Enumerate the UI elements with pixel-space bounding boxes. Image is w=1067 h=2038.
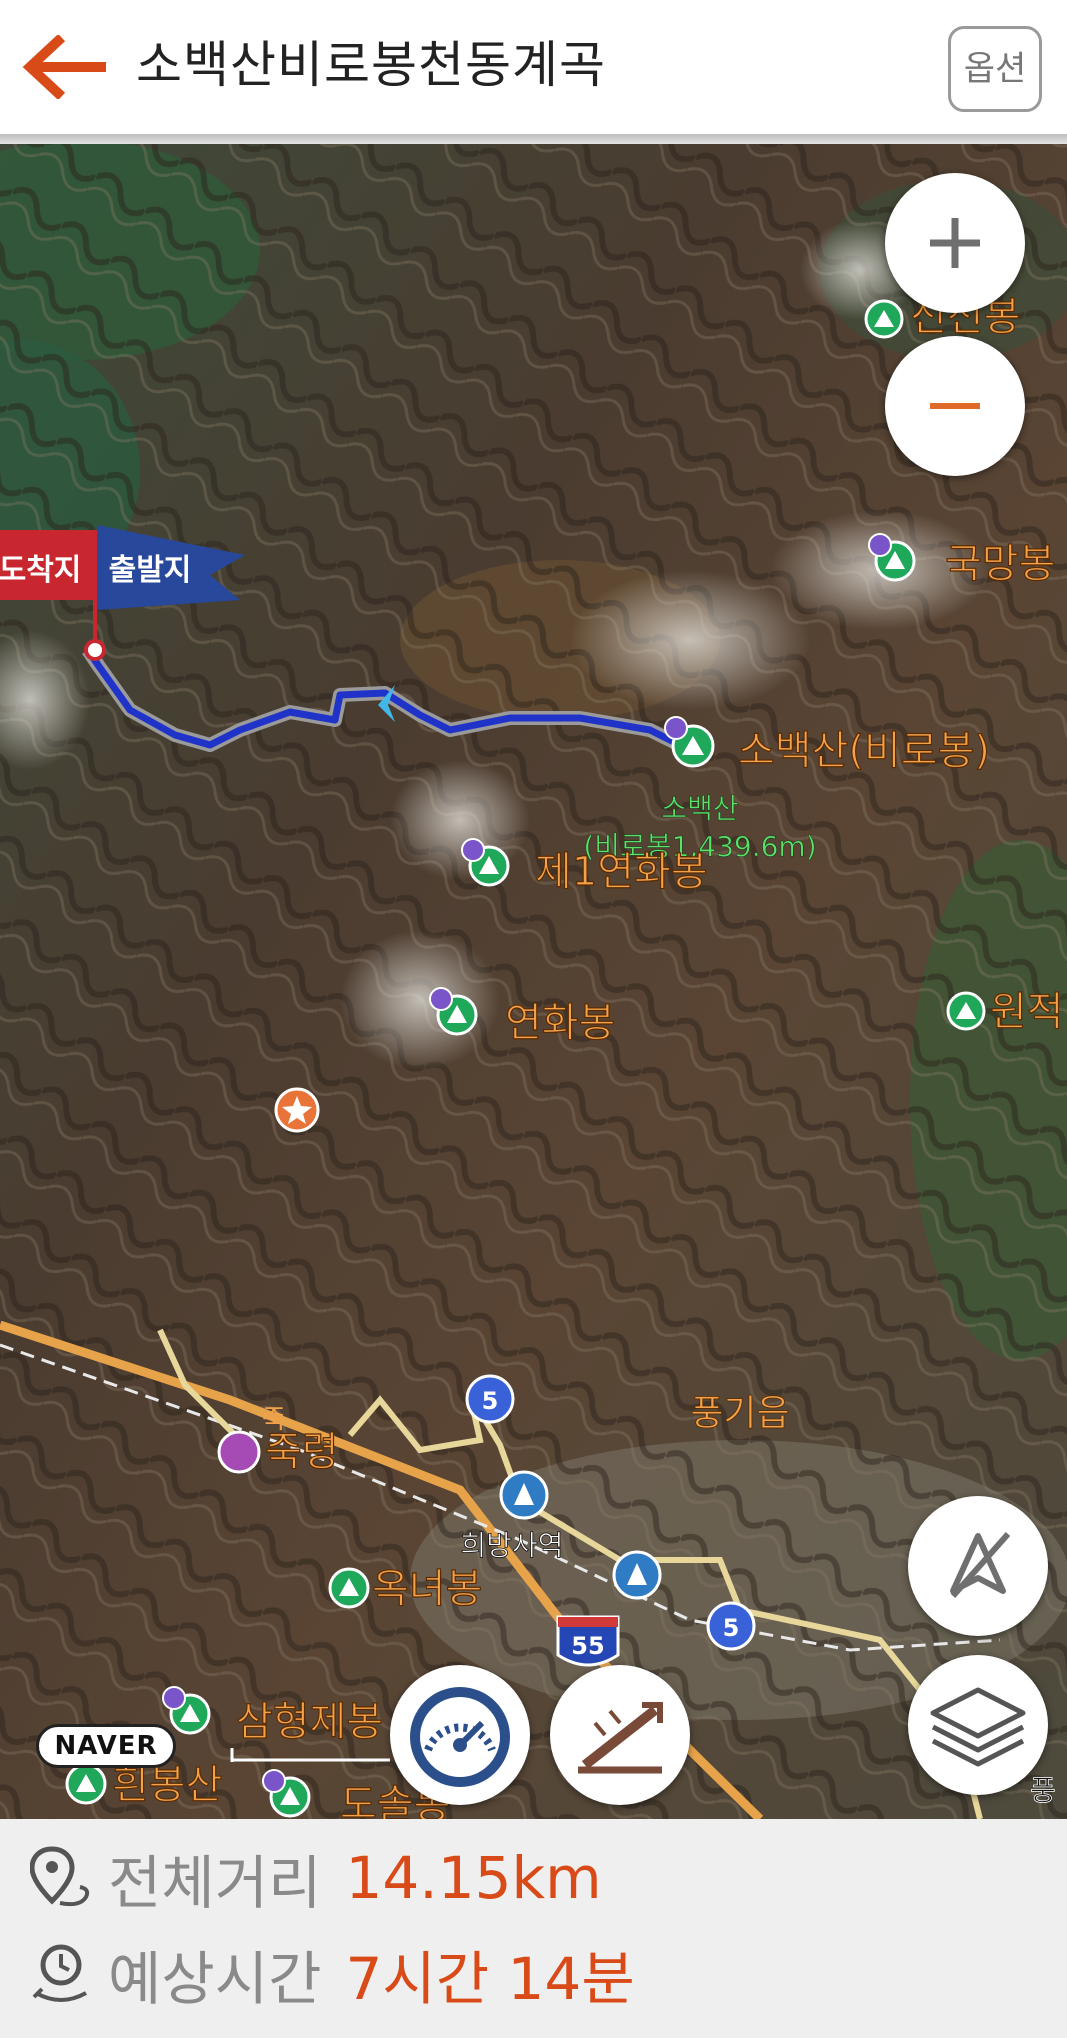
zoom-in-button[interactable]	[885, 173, 1025, 313]
svg-text:5: 5	[723, 1614, 740, 1642]
map-layers-button[interactable]	[908, 1655, 1048, 1795]
peak-label-samhyeongje: 삼형제봉	[236, 1699, 383, 1745]
incline-icon	[578, 1702, 663, 1774]
incline-button[interactable]	[550, 1665, 690, 1805]
distance-row: 전체거리 14.15km	[30, 1838, 602, 1918]
distance-label: 전체거리	[108, 1849, 322, 1917]
station-label-heebang: 희방사역	[460, 1529, 563, 1562]
highway-badge-55: 55	[556, 1615, 620, 1667]
location-distance-icon	[30, 1846, 90, 1907]
time-label: 예상시간	[108, 1945, 322, 2013]
road-badge-5b: 5	[706, 1601, 756, 1651]
zoom-out-button[interactable]	[885, 336, 1025, 476]
clock-time-icon	[32, 1944, 87, 2002]
arrival-flag-label: 도착지	[0, 553, 81, 588]
poi-marker-star[interactable]	[274, 1087, 320, 1133]
distance-value: 14.15km	[345, 1844, 602, 1912]
poi-marker-forest-2[interactable]	[612, 1550, 662, 1600]
place-label-jungnyeong: 죽령	[265, 1429, 339, 1475]
peak-label-sobaeksan: 소백산(비로봉)	[738, 728, 990, 774]
peak-label-gukmangbong: 국망봉	[945, 541, 1055, 587]
peak-label-wonjeok: 원적	[990, 989, 1064, 1035]
place-label-jung-partial: 죽	[262, 1405, 286, 1435]
peak-label-yeonhwabong: 연화봉	[505, 1000, 615, 1046]
plus-icon	[930, 218, 980, 268]
option-button[interactable]: 옵션	[948, 26, 1042, 112]
departure-flag-label: 출발지	[109, 553, 192, 588]
peak-label-yeonhwabong1: 제1연화봉	[535, 849, 708, 895]
time-row: 예상시간 7시간 14분	[30, 1934, 635, 2014]
peak-marker-gukmangbong[interactable]: 국망봉	[868, 533, 1056, 588]
speed-button[interactable]	[390, 1665, 530, 1805]
peak-label-oknyeobong: 옥녀봉	[372, 1566, 482, 1612]
road-badge-5a: 5	[465, 1374, 515, 1424]
header-divider	[0, 134, 1067, 144]
time-value: 7시간 14분	[345, 1945, 635, 2013]
svg-text:55: 55	[571, 1632, 604, 1660]
layers-icon	[930, 1687, 1026, 1767]
peak-marker-wonjeok[interactable]: 원적	[946, 988, 1064, 1036]
back-arrow-icon[interactable]	[22, 35, 110, 99]
poi-marker-forest-1[interactable]	[499, 1470, 549, 1520]
compass-off-icon	[950, 1532, 1011, 1598]
speedometer-icon	[410, 1687, 510, 1787]
peak-marker-oknyeobong[interactable]: 옥녀봉	[328, 1565, 483, 1613]
app-header: 소백산비로봉천동계곡 옵션	[0, 0, 1067, 134]
peak-info-name: 소백산	[661, 792, 738, 825]
peak-label-heunbongsan: 흰봉산	[112, 1762, 222, 1808]
peak-marker-heunbongsan[interactable]: 흰봉산	[65, 1761, 223, 1809]
page-title: 소백산비로봉천동계곡	[136, 36, 606, 94]
compass-button[interactable]	[908, 1496, 1048, 1636]
svg-text:5: 5	[482, 1387, 499, 1415]
minus-icon	[930, 403, 980, 409]
naver-logo: NAVER	[36, 1724, 176, 1768]
place-label-punggi: 풍기읍	[690, 1393, 789, 1434]
